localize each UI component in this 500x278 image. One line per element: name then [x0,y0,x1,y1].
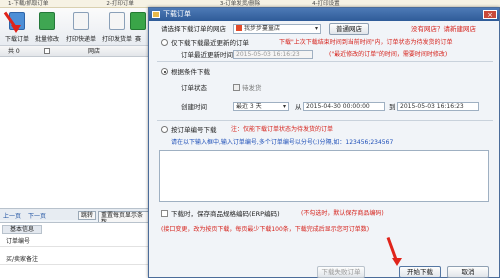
step-print-settings[interactable]: 4-打印设置 [312,0,339,7]
order-no-textarea[interactable] [159,150,489,202]
shop-column-header: 网店 [88,48,101,55]
buyer-note-row: 买/卖家备注 [0,255,150,265]
dialog-app-icon [152,11,160,18]
pending-shipment-checkbox[interactable] [233,84,240,91]
select-all-checkbox[interactable] [44,48,50,54]
step-ship[interactable]: 3-订单发货/删除 [220,0,260,7]
opt-order-no-note: 注：仅能下载订单状态为待发货的订单 [231,126,334,133]
table-header: 共 0 网店 [0,46,150,57]
edit-icon [39,12,55,30]
cancel-button[interactable]: 取消 [447,266,489,278]
start-download-button[interactable]: 开始下载 [399,266,441,278]
last-update-label: 订单最近更新时间 [181,51,233,59]
more-button[interactable]: 赛 [128,10,148,44]
red-arrow-head [392,258,402,266]
to-date-field[interactable]: 2015-05-03 16:16:23 [397,102,479,111]
step-print[interactable]: 2-打印订单 [106,0,133,7]
regular-shop-button[interactable]: 普通网店 [329,23,369,35]
order-status-label: 订单状态 [181,84,207,92]
order-no-hint: 请在以下输入框中,输入订单编号,多个订单编号以分号(;)分隔,如：123456;… [171,139,394,146]
batch-edit-button[interactable]: 批量修改 [32,10,62,44]
from-label: 从 [295,103,302,111]
shop-select[interactable]: 我步步蔓童店 ▾ [233,24,321,34]
last-update-note: ("最近修改的订单"的时间，需要时间时修改) [329,51,448,58]
pager: 上一页 下一页 跳转 重置每页显示条数 [0,208,150,227]
to-label: 到 [389,103,396,111]
red-arrow-head [11,25,21,33]
app-window: 1-下载/抓取订单 2-打印订单 3-订单发货/删除 4-打印设置 下载订单 批… [0,0,500,278]
dialog-titlebar: 下载订单 × [149,8,499,21]
next-page-link[interactable]: 下一页 [28,211,46,220]
save-spec-code-note: (不勾选时，默认保存商品编码) [301,210,384,217]
download-failed-orders-button[interactable]: 下载失败订单 [317,266,365,278]
radio-recent-updated[interactable] [161,39,168,46]
divider [157,120,493,121]
chevron-down-icon: ▾ [314,25,318,32]
shop-label: 请选择下载订单的网店 [161,25,226,33]
shop-logo-icon [236,25,242,31]
jump-button[interactable]: 跳转 [78,211,97,220]
print-express-button[interactable]: 打印快递单 [66,10,96,44]
api-change-note: (接口变更，改为按页下载，每页最少下载100条，下载完成后显示您可订单数) [161,226,370,233]
download-orders-dialog: 下载订单 × 请选择下载订单的网店 我步步蔓童店 ▾ 普通网店 没有网店？请新建… [148,7,500,278]
opt-condition-label: 根据条件下载 [171,68,210,76]
save-spec-code-checkbox[interactable] [161,210,168,217]
no-shop-notice[interactable]: 没有网店？请新建网店 [411,25,476,33]
opt-order-no-label: 按订单编号下载 [171,126,217,134]
order-table: 共 0 网店 [0,46,150,208]
close-icon[interactable]: × [483,10,497,19]
basic-info-panel: 基本信息 订单编号 买/卖家备注 [0,222,150,278]
tab-basic-info[interactable]: 基本信息 [2,225,42,234]
radio-by-condition[interactable] [161,68,168,75]
from-date-field[interactable]: 2015-04-30 00:00:00 [303,102,385,111]
pending-shipment-label: 待发货 [242,84,262,92]
save-spec-code-label: 下载时，保存商品规格编码(ERP编码) [171,210,280,218]
invoice-icon [109,12,125,30]
chevron-down-icon: ▾ [282,103,286,110]
order-no-row: 订单编号 [0,237,150,247]
last-update-field[interactable]: 2015-05-03 16:16:23 [233,50,313,59]
opt-recent-label: 仅下载下载最近更新的订单 [171,39,249,47]
radio-by-order-no[interactable] [161,126,168,133]
opt-recent-note: 下载"上次下载结束时间到当前时间"内，订单状态为待发货的订单 [279,39,453,46]
prev-page-link[interactable]: 上一页 [3,211,21,220]
divider [157,61,493,62]
date-range-select[interactable]: 最近 3 天 ▾ [233,102,289,111]
print-icon [73,12,89,30]
count-header: 共 0 [8,48,20,55]
more-icon [130,12,146,30]
step-download[interactable]: 1-下载/抓取订单 [8,0,48,7]
create-time-label: 创建时间 [181,103,207,111]
dialog-title: 下载订单 [163,10,191,18]
